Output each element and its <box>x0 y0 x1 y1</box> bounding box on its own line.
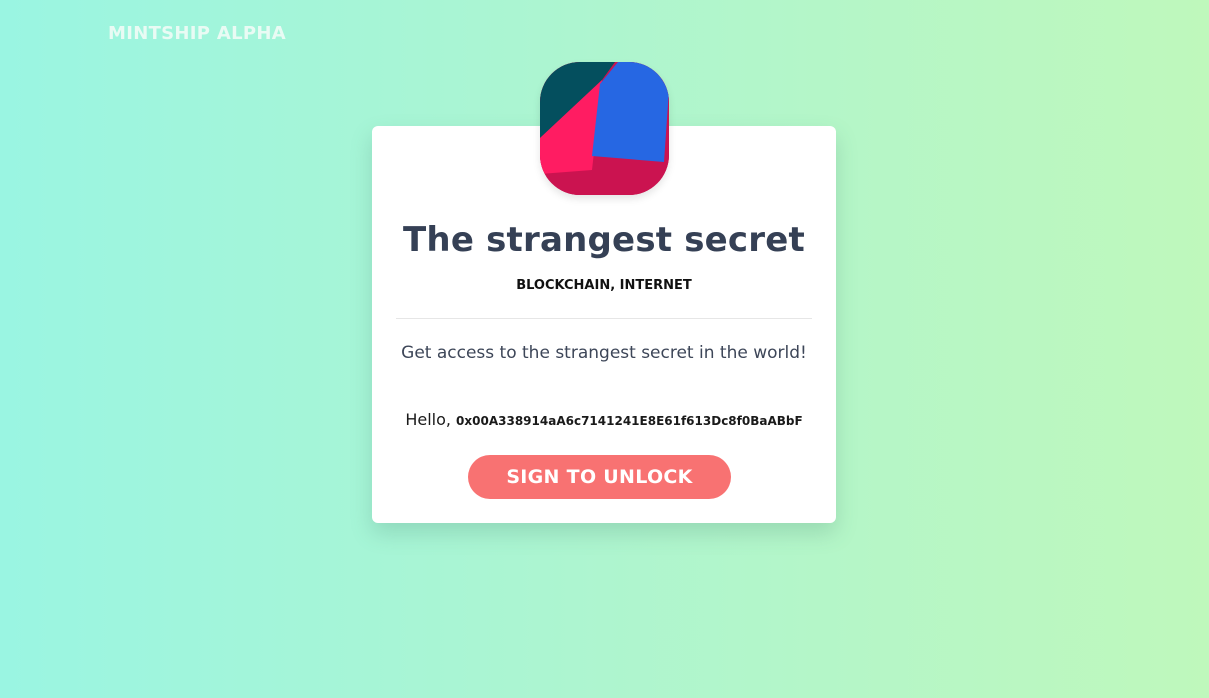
wallet-address: 0x00A338914aA6c7141241E8E61f613Dc8f0BaAB… <box>456 414 803 428</box>
colorful-shapes-logo-icon <box>540 62 669 195</box>
secret-title: The strangest secret <box>403 220 805 260</box>
app-brand: MINTSHIP ALPHA <box>108 23 286 44</box>
user-greeting: Hello, 0x00A338914aA6c7141241E8E61f613Dc… <box>372 410 836 429</box>
greeting-label: Hello, <box>405 410 457 429</box>
secret-tags: BLOCKCHAIN, INTERNET <box>516 278 692 293</box>
divider <box>396 318 812 319</box>
secret-description: Get access to the strangest secret in th… <box>401 343 807 363</box>
sign-to-unlock-button[interactable]: SIGN TO UNLOCK <box>468 455 731 499</box>
